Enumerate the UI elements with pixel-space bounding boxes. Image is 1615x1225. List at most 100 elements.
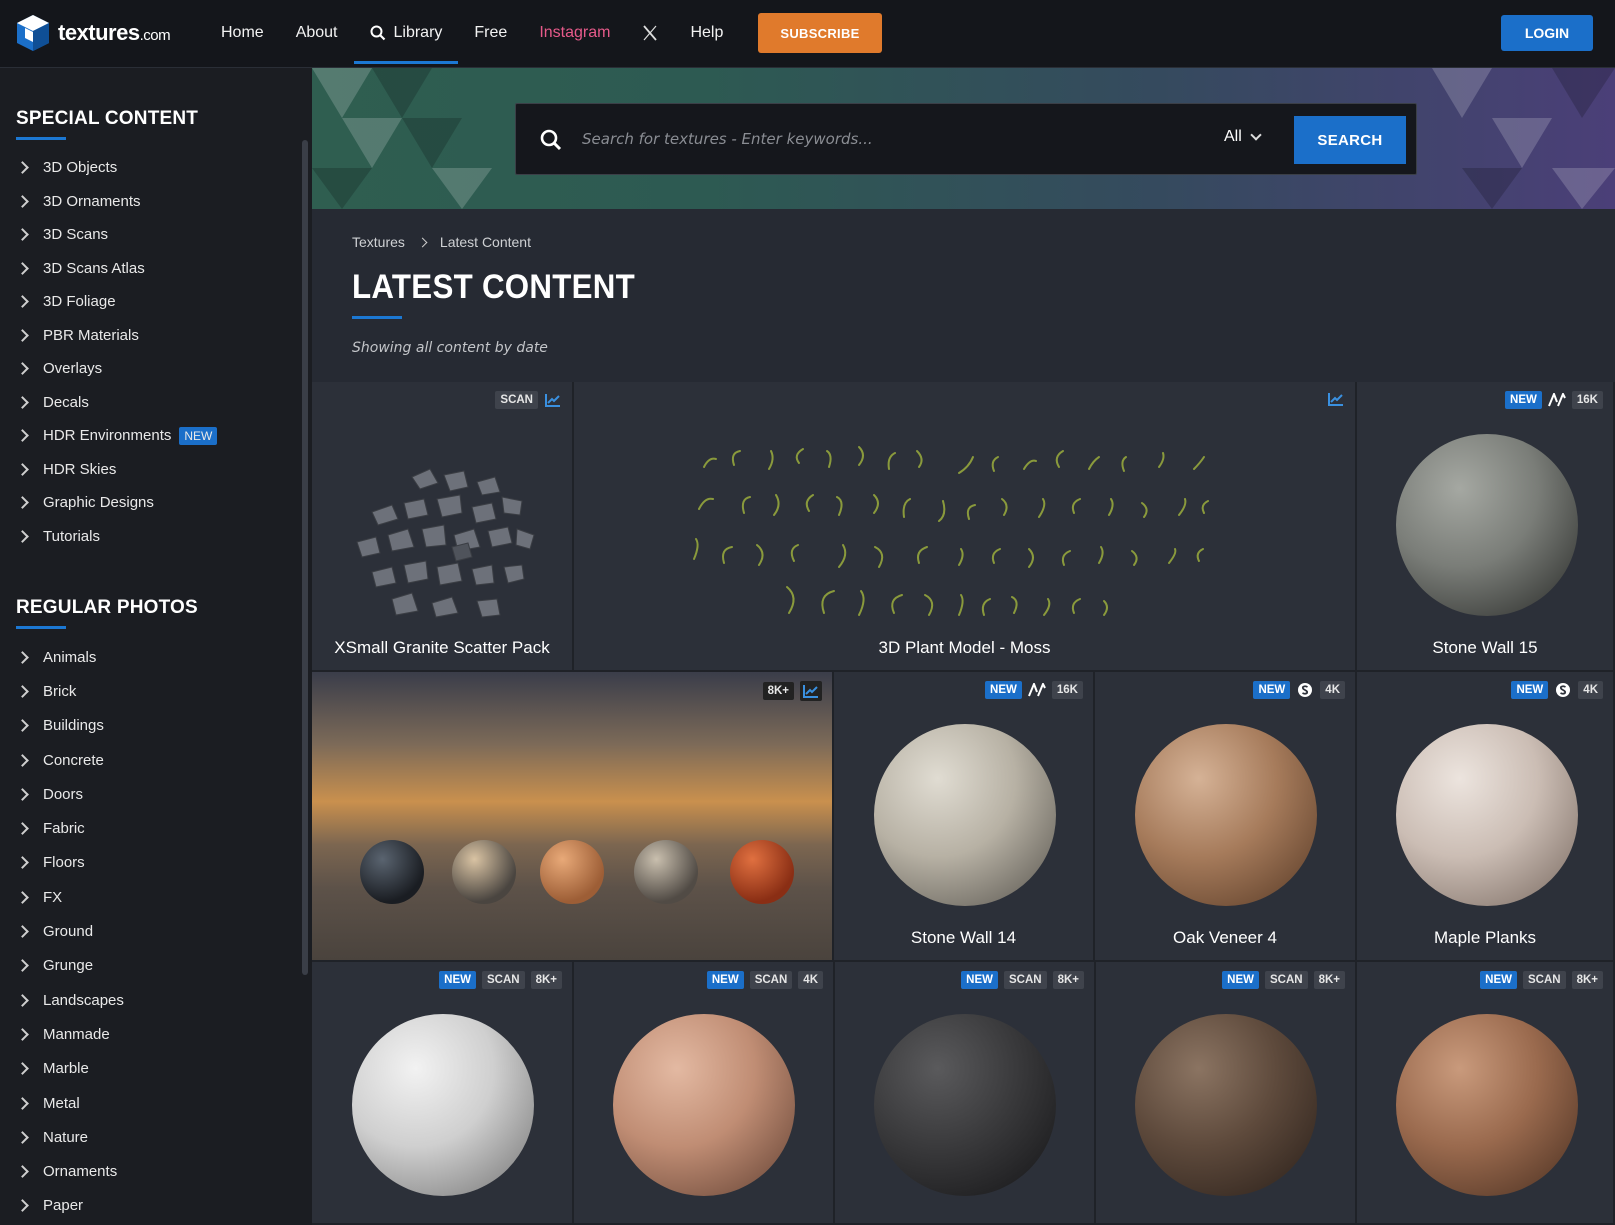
card-cork-tan[interactable]: NEW SCAN 4K — [574, 962, 835, 1225]
sidebar-item-brick[interactable]: Brick — [16, 674, 312, 708]
sidebar-item-graphic-designs[interactable]: Graphic Designs — [16, 486, 312, 520]
sidebar-item-ground[interactable]: Ground — [16, 914, 312, 948]
resolution-badge: 8K+ — [1052, 971, 1084, 989]
nav-instagram[interactable]: Instagram — [523, 0, 626, 66]
sidebar-item-3d-scans-atlas[interactable]: 3D Scans Atlas — [16, 252, 312, 286]
card-cork-white[interactable]: NEW SCAN 8K+ — [312, 962, 574, 1225]
sidebar-item-hdr-environments[interactable]: HDR Environments NEW — [16, 419, 312, 453]
chevron-right-icon — [16, 856, 29, 870]
material-sphere — [613, 1014, 795, 1196]
card-title: 3D Plant Model - Moss — [878, 638, 1051, 657]
nav-about[interactable]: About — [280, 0, 354, 66]
sidebar-item-label: Floors — [43, 854, 85, 872]
login-button[interactable]: LOGIN — [1501, 15, 1593, 51]
black-sphere — [360, 840, 424, 904]
chevron-right-icon — [16, 787, 29, 801]
oak-veneer-sphere — [1135, 724, 1317, 906]
sidebar-item-label: Tutorials — [43, 527, 100, 545]
card-oak-veneer-4[interactable]: NEW 4K Oak Veneer 4 — [1095, 672, 1357, 962]
sidebar-item-hdr-skies[interactable]: HDR Skies — [16, 453, 312, 487]
main-nav: Home About Library Free Instagram Help — [205, 0, 739, 66]
sidebar-item-label: 3D Scans — [43, 226, 109, 244]
sidebar-scrollbar[interactable] — [302, 140, 308, 975]
material-sphere — [874, 1014, 1056, 1196]
sidebar-item-ornaments[interactable]: Ornaments — [16, 1154, 312, 1188]
sidebar-item-label: 3D Foliage — [43, 293, 116, 311]
sidebar-item-metal[interactable]: Metal — [16, 1086, 312, 1120]
scan-badge: SCAN — [1003, 971, 1047, 989]
chevron-right-icon — [16, 650, 29, 664]
sidebar-item-fabric[interactable]: Fabric — [16, 811, 312, 845]
sidebar-item-concrete[interactable]: Concrete — [16, 743, 312, 777]
sidebar-item-3d-ornaments[interactable]: 3D Ornaments — [16, 185, 312, 219]
card-title: Maple Planks — [1433, 928, 1537, 947]
card-maple-planks[interactable]: NEW 4K Maple Planks — [1357, 672, 1615, 962]
stats-icon — [1327, 391, 1345, 407]
sidebar-item-3d-scans[interactable]: 3D Scans — [16, 218, 312, 252]
sidebar-item-marble[interactable]: Marble — [16, 1052, 312, 1086]
sidebar-item-floors[interactable]: Floors — [16, 846, 312, 880]
sidebar-item-label: 3D Ornaments — [43, 192, 141, 210]
sidebar-item-grunge[interactable]: Grunge — [16, 949, 312, 983]
nav-x[interactable] — [626, 0, 674, 66]
card-badges: NEW SCAN 8K+ — [439, 971, 562, 989]
card-3d-plant-model-moss[interactable]: 3D Plant Model - Moss — [574, 382, 1357, 672]
scan-badge: SCAN — [1522, 971, 1566, 989]
chevron-right-icon — [16, 362, 29, 376]
displacement-icon — [1547, 392, 1566, 408]
card-cork-brown[interactable]: NEW SCAN 8K+ — [1096, 962, 1357, 1225]
sidebar-item-animals[interactable]: Animals — [16, 640, 312, 674]
sidebar-item-landscapes[interactable]: Landscapes — [16, 983, 312, 1017]
sidebar-item-doors[interactable]: Doors — [16, 777, 312, 811]
search-scope-dropdown[interactable]: All — [1224, 128, 1262, 146]
sidebar-item-paper[interactable]: Paper — [16, 1189, 312, 1223]
nav-help[interactable]: Help — [674, 0, 739, 66]
sidebar-item-label: Buildings — [43, 717, 104, 735]
nav-free[interactable]: Free — [458, 0, 523, 66]
resolution-badge: 8K+ — [762, 682, 794, 700]
card-cork-black[interactable]: NEW SCAN 8K+ — [835, 962, 1096, 1225]
card-hdr-sky[interactable]: 8K+ — [312, 672, 834, 962]
chevron-right-icon — [16, 1028, 29, 1041]
nav-library[interactable]: Library — [353, 0, 459, 66]
sidebar-item-nature[interactable]: Nature — [16, 1120, 312, 1154]
sidebar-item-tutorials[interactable]: Tutorials — [16, 520, 312, 554]
chevron-right-icon — [16, 462, 29, 476]
card-badges: 8K+ — [762, 681, 822, 701]
chevron-right-icon — [16, 925, 29, 938]
breadcrumb-textures[interactable]: Textures — [352, 234, 405, 250]
new-badge: NEW — [1511, 681, 1549, 699]
sidebar-item-3d-objects[interactable]: 3D Objects — [16, 151, 312, 185]
sidebar-item-overlays[interactable]: Overlays — [16, 352, 312, 386]
card-title: XSmall Granite Scatter Pack — [334, 638, 550, 657]
glass-sphere — [452, 840, 516, 904]
sidebar-item-pbr-materials[interactable]: PBR Materials — [16, 319, 312, 353]
new-badge: NEW — [1480, 971, 1517, 989]
card-stone-wall-15[interactable]: NEW 16K Stone Wall 15 — [1357, 382, 1615, 672]
card-badges: NEW 16K — [985, 681, 1083, 699]
card-stone-wall-14[interactable]: NEW 16K Stone Wall 14 — [834, 672, 1095, 962]
special-content-list: 3D Objects 3D Ornaments 3D Scans 3D Scan… — [16, 151, 312, 553]
sidebar-item-buildings[interactable]: Buildings — [16, 709, 312, 743]
sidebar-item-label: Decals — [43, 393, 89, 411]
chevron-right-icon — [16, 1096, 29, 1110]
material-sphere — [352, 1014, 534, 1196]
search-input[interactable] — [582, 126, 1182, 152]
chevron-right-icon — [16, 328, 29, 342]
site-logo[interactable]: textures.com — [16, 14, 171, 52]
chevron-right-icon — [16, 1199, 29, 1213]
card-xsmall-granite-scatter-pack[interactable]: SCAN XSmall Granite Scatter Pack — [312, 382, 574, 672]
sidebar-item-manmade[interactable]: Manmade — [16, 1017, 312, 1051]
card-cork-orange[interactable]: NEW SCAN 8K+ — [1357, 962, 1615, 1225]
sidebar-item-decals[interactable]: Decals — [16, 386, 312, 420]
chevron-right-icon — [16, 959, 29, 973]
search-button[interactable]: SEARCH — [1294, 116, 1406, 164]
chevron-right-icon — [16, 753, 29, 767]
chevron-right-icon — [16, 685, 29, 698]
subscribe-button[interactable]: SUBSCRIBE — [758, 13, 882, 53]
nav-home[interactable]: Home — [205, 0, 280, 66]
sidebar-item-fx[interactable]: FX — [16, 880, 312, 914]
material-sphere — [1135, 1014, 1317, 1196]
card-title: Stone Wall 14 — [910, 928, 1017, 947]
sidebar-item-3d-foliage[interactable]: 3D Foliage — [16, 285, 312, 319]
